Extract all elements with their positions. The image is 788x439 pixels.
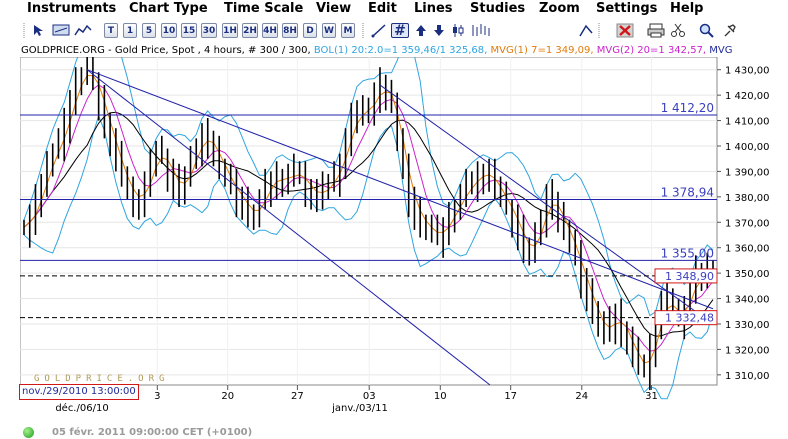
line-chart-icon[interactable] (73, 23, 93, 38)
up-arrow-icon[interactable] (413, 23, 429, 38)
level-label: 1 332,48 (665, 312, 714, 325)
chart-status-line: GOLDPRICE.ORG - Gold Price, Spot , 4 hou… (21, 44, 788, 57)
x-axis: 3 20 27 03 10 17 24 31 déc./06/10 janv./03/11 (55, 385, 658, 414)
level-label: 1 348,90 (665, 270, 714, 283)
x-tick-label: 03 (363, 391, 376, 402)
x-date-label: déc./06/10 (55, 402, 108, 414)
delete-icon[interactable] (616, 23, 634, 38)
mvg3-info: MVG (709, 45, 733, 56)
y-tick-label: 1 340,00 (725, 295, 770, 306)
y-tick-label: 1 390,00 (725, 167, 770, 178)
pin-icon[interactable] (721, 23, 739, 38)
menu-bar: Instruments Chart Type Time Scale View E… (0, 0, 788, 17)
bars-icon[interactable] (469, 23, 491, 38)
menu-edit[interactable]: Edit (368, 0, 397, 17)
x-tick-label: 10 (434, 391, 447, 402)
timeframe-5m-button[interactable]: 5 (142, 23, 156, 38)
level-label: 1 378,94 (661, 186, 714, 200)
bollinger-info: BOL(1) 20:2.0=1 359,46/1 325,68, (313, 45, 488, 56)
print-icon[interactable] (647, 23, 665, 38)
connection-status-icon (23, 427, 34, 438)
timeframe-2h-button[interactable]: 2H (242, 23, 258, 38)
cursor-icon[interactable] (31, 23, 49, 38)
y-axis: 1 430,00 1 420,00 1 410,00 1 400,00 1 390,00… (717, 66, 770, 382)
y-tick-label: 1 380,00 (725, 193, 770, 204)
timeframe-10m-button[interactable]: 10 (161, 23, 177, 38)
separator-icon (598, 23, 600, 39)
hash-icon[interactable]: # (391, 23, 409, 39)
timeframe-1m-button[interactable]: 1 (123, 23, 137, 38)
timeframe-8h-button[interactable]: 8H (282, 23, 298, 38)
x-tick-label: 31 (645, 391, 658, 402)
trend-tool-icon[interactable] (578, 23, 596, 38)
y-tick-label: 1 420,00 (725, 91, 770, 102)
y-tick-label: 1 350,00 (725, 269, 770, 280)
x-tick-label: 17 (504, 391, 517, 402)
timeframe-tick-button[interactable]: T (104, 23, 118, 38)
timeframe-day-button[interactable]: D (303, 23, 317, 38)
level-label: 1 355,00 (661, 246, 714, 260)
timeframe-15m-button[interactable]: 15 (181, 23, 197, 38)
down-arrow-icon[interactable] (431, 23, 447, 38)
menu-zoom[interactable]: Zoom (539, 0, 580, 17)
timeframe-1h-button[interactable]: 1H (222, 23, 238, 38)
menu-instruments[interactable]: Instruments (27, 0, 116, 17)
footer-timestamp: 05 févr. 2011 09:00:00 CET (+0100) (52, 427, 253, 438)
y-tick-label: 1 370,00 (725, 218, 770, 229)
menu-view[interactable]: View (316, 0, 351, 17)
date-readout: nov./29/2010 13:00:00 (19, 384, 139, 400)
draw-line-icon[interactable] (370, 23, 388, 38)
menu-help[interactable]: Help (670, 0, 703, 17)
y-tick-label: 1 360,00 (725, 244, 770, 255)
menu-chart-type[interactable]: Chart Type (129, 0, 208, 17)
level-label: 1 412,20 (661, 101, 714, 115)
y-tick-label: 1 330,00 (725, 320, 770, 331)
toolbar: T 1 5 10 15 30 1H 2H 4H 8H D W M # (0, 20, 788, 44)
timeframe-month-button[interactable]: M (341, 23, 355, 38)
mvg2-info: MVG(2) 20=1 342,57, (596, 45, 707, 56)
y-tick-label: 1 430,00 (725, 66, 770, 77)
screen-icon[interactable] (51, 23, 71, 38)
menu-settings[interactable]: Settings (596, 0, 657, 17)
candle-icon[interactable] (449, 23, 467, 38)
grip-icon (23, 23, 25, 39)
x-date-label: janv./03/11 (331, 403, 388, 414)
y-tick-label: 1 410,00 (725, 117, 770, 128)
cut-icon[interactable] (669, 23, 687, 38)
watermark: GOLDPRICE.ORG (34, 374, 169, 384)
x-tick-label: 20 (221, 391, 234, 402)
mvg1-info: MVG(1) 7=1 349,09, (490, 45, 594, 56)
menu-lines[interactable]: Lines (414, 0, 453, 17)
y-tick-label: 1 320,00 (725, 345, 770, 356)
price-chart[interactable]: 1 412,20 1 378,94 1 355,00 1 348,90 1 332,48… (20, 57, 788, 427)
y-tick-label: 1 310,00 (725, 371, 770, 382)
x-tick-label: 3 (154, 391, 160, 402)
instrument-info: GOLDPRICE.ORG - Gold Price, Spot , 4 hou… (21, 45, 311, 56)
zoom-icon[interactable] (698, 23, 716, 38)
timeframe-week-button[interactable]: W (322, 23, 336, 38)
timeframe-4h-button[interactable]: 4H (262, 23, 278, 38)
menu-studies[interactable]: Studies (470, 0, 525, 17)
timeframe-30m-button[interactable]: 30 (201, 23, 217, 38)
x-tick-label: 24 (575, 391, 588, 402)
y-tick-label: 1 400,00 (725, 142, 770, 153)
menu-time-scale[interactable]: Time Scale (224, 0, 303, 17)
separator-icon (362, 23, 364, 39)
x-tick-label: 27 (291, 391, 304, 402)
